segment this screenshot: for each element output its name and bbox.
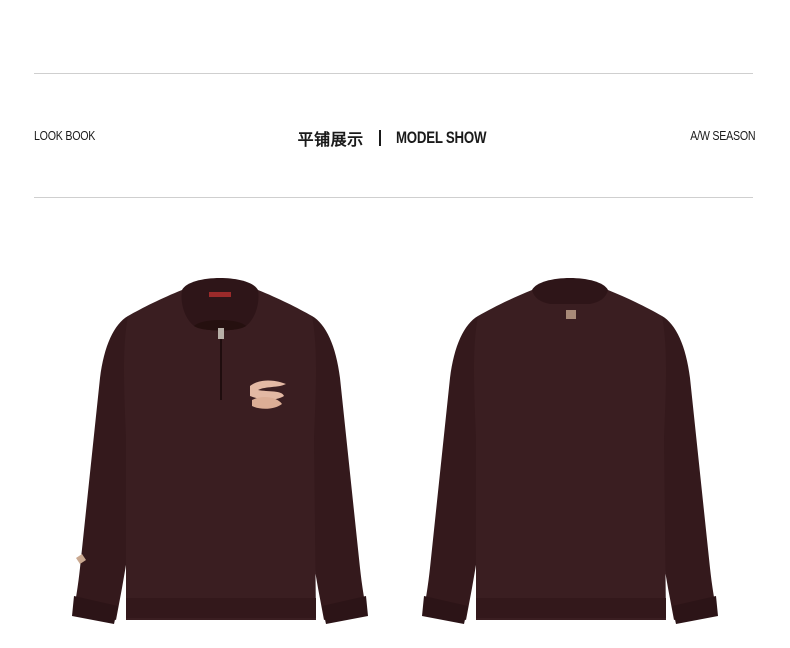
top-divider bbox=[34, 73, 753, 74]
section-title: 平铺展示 MODEL SHOW bbox=[34, 126, 755, 150]
sweatshirt-front-image bbox=[70, 268, 370, 630]
season-label: A/W SEASON bbox=[689, 128, 755, 143]
title-separator bbox=[378, 130, 381, 146]
section-header: LOOK BOOK 平铺展示 MODEL SHOW A/W SEASON bbox=[34, 126, 755, 150]
title-chinese: 平铺展示 bbox=[297, 132, 364, 149]
sweatshirt-back-image bbox=[420, 268, 720, 630]
title-english: MODEL SHOW bbox=[395, 128, 486, 147]
bottom-divider bbox=[34, 197, 753, 198]
